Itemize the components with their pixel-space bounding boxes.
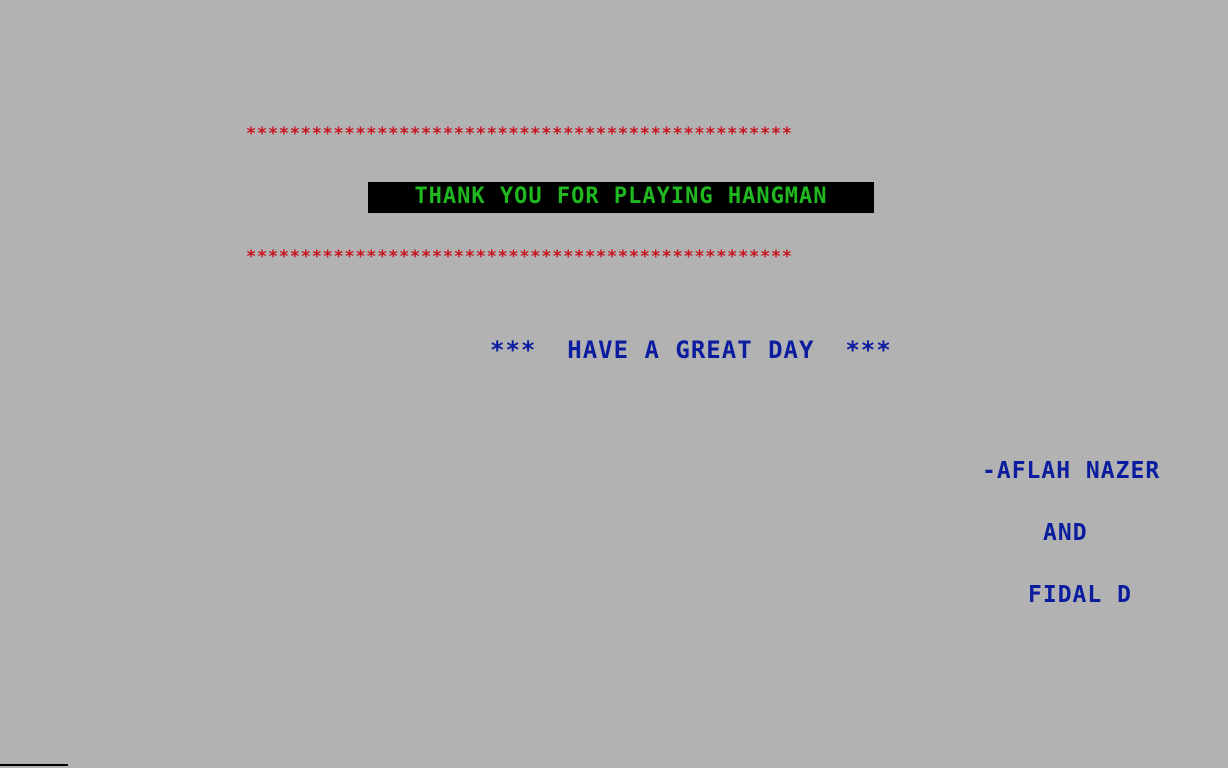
author-one: -AFLAH NAZER: [982, 458, 1161, 484]
thank-you-banner: THANK YOU FOR PLAYING HANGMAN: [368, 182, 874, 213]
greeting-text: *** HAVE A GREAT DAY ***: [490, 336, 892, 364]
cursor-underline: [0, 764, 68, 766]
top-star-divider: ****************************************…: [246, 126, 793, 143]
author-two: FIDAL D: [1028, 582, 1132, 608]
credits-conjunction: AND: [1043, 520, 1088, 546]
thank-you-text: THANK YOU FOR PLAYING HANGMAN: [414, 184, 828, 209]
bottom-star-divider: ****************************************…: [246, 249, 793, 266]
